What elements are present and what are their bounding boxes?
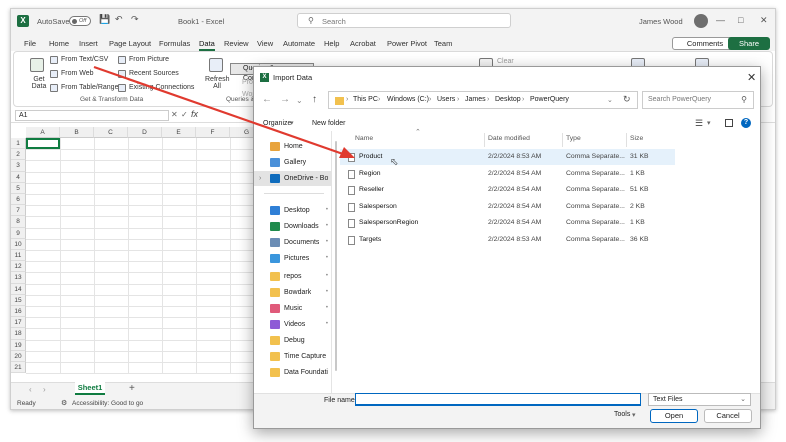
annotation-arrow: [93, 65, 355, 158]
annotation-arrow-line: [93, 65, 344, 156]
